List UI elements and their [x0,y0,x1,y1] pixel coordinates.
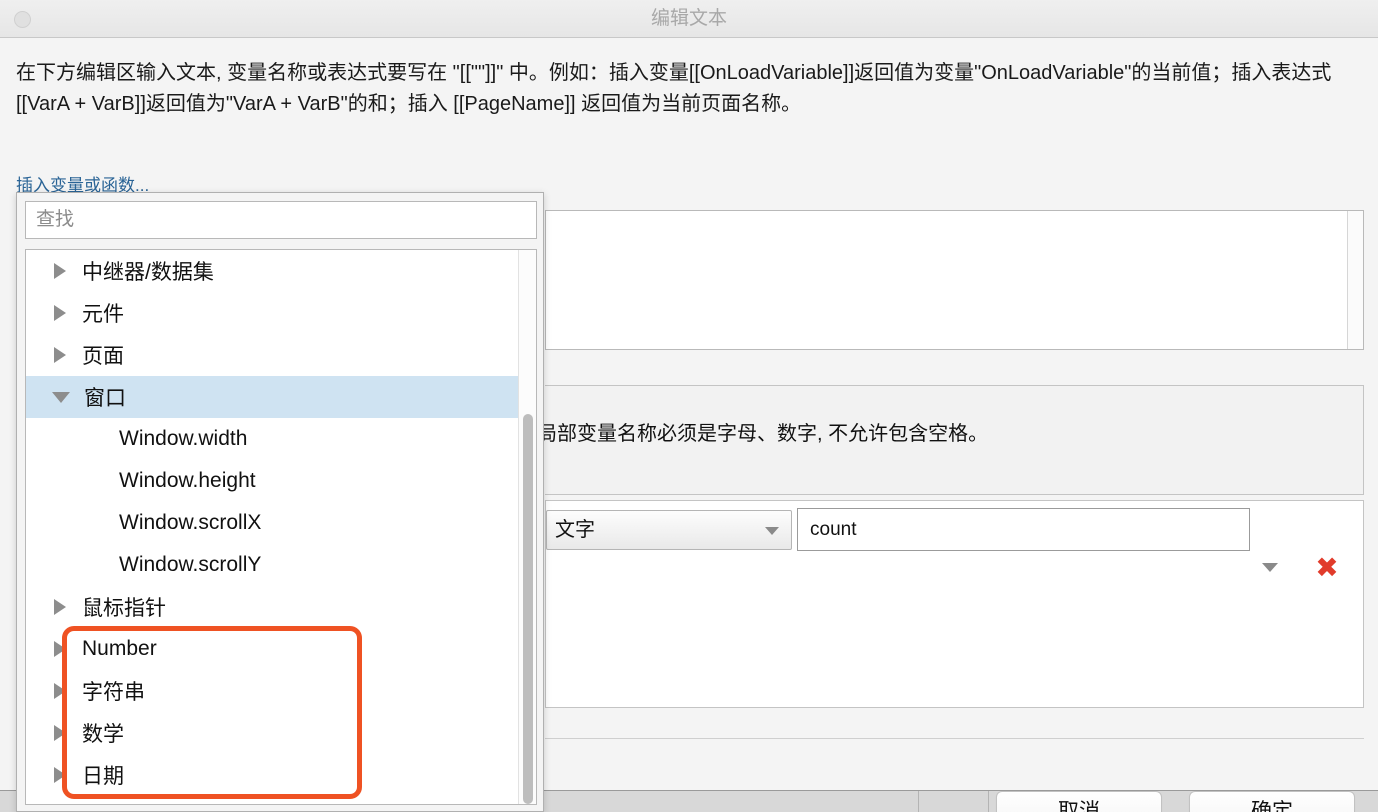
tree-item-5[interactable]: Number [26,628,520,670]
search-input[interactable]: 查找 [25,201,537,239]
tree-item-label: 中继器/数据集 [82,261,214,284]
tree-item-label: 页面 [82,345,124,368]
chevron-right-icon[interactable] [54,683,66,699]
tree-item-0[interactable]: 中继器/数据集 [26,250,520,292]
bw-divider-2 [988,791,989,812]
tree-leaf-0[interactable]: Window.width [26,418,520,460]
chevron-right-icon[interactable] [54,641,66,657]
tree-item-2[interactable]: 页面 [26,334,520,376]
bw-divider-1 [918,791,919,812]
tree-leaf-label: Window.scrollY [119,553,262,576]
tree-item-3[interactable]: 窗口 [26,376,520,418]
tree-item-7[interactable]: 数学 [26,712,520,754]
variable-value-chevron-down-icon[interactable] [1262,563,1278,572]
chevron-down-icon [765,527,779,535]
window-title: 编辑文本 [650,8,727,29]
tree-leaf-1[interactable]: Window.height [26,460,520,502]
text-editor-area[interactable] [545,210,1364,350]
tree-item-4[interactable]: 鼠标指针 [26,586,520,628]
footer-divider [545,738,1364,739]
tree-item-label: 日期 [82,765,124,788]
tree-leaf-label: Window.height [119,469,256,492]
editor-scrollbar[interactable] [1347,211,1363,349]
chevron-right-icon[interactable] [54,305,66,321]
search-input-placeholder: 查找 [36,209,75,230]
title-bar: 编辑文本 [0,0,1378,38]
help-text: 在下方编辑区输入文本, 变量名称或表达式要写在 "[[""]]" 中。例如：插入… [16,62,1332,115]
tree-leaf-2[interactable]: Window.scrollX [26,502,520,544]
tree-leaf-label: Window.scrollX [119,511,262,534]
variable-tree-scrollbar[interactable] [518,250,536,804]
tree-item-6[interactable]: 字符串 [26,670,520,712]
tree-item-label: Number [82,637,157,660]
tree-item-label: 元件 [82,303,124,326]
tree-item-8[interactable]: 日期 [26,754,520,796]
variable-name-input-value: count [810,519,857,540]
variable-name-input[interactable]: count [797,508,1250,551]
tree-item-label: 鼠标指针 [82,597,166,620]
tree-item-label: 窗口 [84,387,126,410]
local-variable-notice-text: 局部变量名称必须是字母、数字, 不允许包含空格。 [537,423,989,445]
variable-tree: 中继器/数据集 元件页面窗口 Window.width Window.height Wi… [25,249,537,805]
ok-button[interactable]: 确定 [1189,791,1355,812]
delete-variable-icon[interactable]: ✖ [1313,554,1341,582]
tree-item-1[interactable]: 元件 [26,292,520,334]
chevron-right-icon[interactable] [54,599,66,615]
tree-item-label: 数学 [82,723,124,746]
local-variable-notice-panel: 局部变量名称必须是字母、数字, 不允许包含空格。 [537,385,1364,495]
chevron-right-icon[interactable] [54,347,66,363]
chevron-right-icon[interactable] [54,767,66,783]
tree-leaf-3[interactable]: Window.scrollY [26,544,520,586]
edit-text-dialog: 编辑文本 在下方编辑区输入文本, 变量名称或表达式要写在 "[[""]]" 中。… [0,0,1378,812]
variable-tree-scrollbar-thumb[interactable] [523,414,533,804]
insert-variable-popup: 查找 中继器/数据集 元件页面窗口 Window.width Window.heigh… [16,192,544,812]
variable-tree-list: 中继器/数据集 元件页面窗口 Window.width Window.height Wi… [26,250,520,796]
chevron-right-icon[interactable] [54,263,66,279]
cancel-button[interactable]: 取消 [996,791,1162,812]
tree-leaf-label: Window.width [119,427,248,450]
chevron-right-icon[interactable] [54,725,66,741]
chevron-down-icon[interactable] [52,391,70,403]
variable-type-select[interactable]: 文字 [546,510,792,550]
tree-item-label: 字符串 [82,681,145,704]
